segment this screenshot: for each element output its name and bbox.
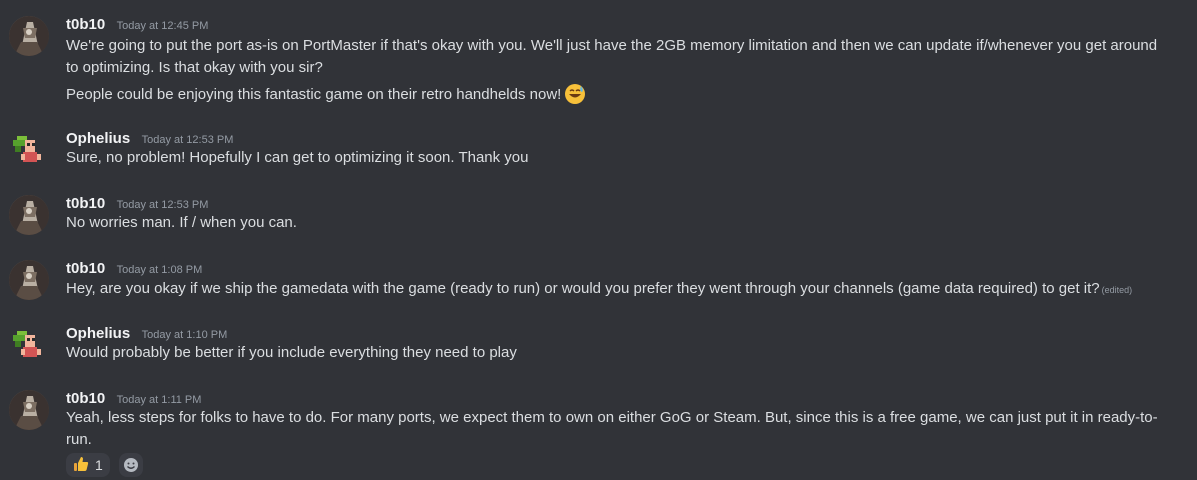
avatar[interactable] — [9, 260, 49, 300]
message-text: run. — [66, 431, 92, 448]
message-text: People could be enjoying this fantastic … — [66, 86, 562, 103]
message-text: Hey, are you okay if we ship the gamedat… — [66, 280, 1100, 297]
message-text: to optimizing. Is that okay with you sir… — [66, 59, 323, 76]
message-text: We're going to put the port as-is on Por… — [66, 37, 1158, 54]
add-reaction-button[interactable] — [119, 453, 143, 477]
add-reaction-icon — [124, 458, 138, 472]
message-text-edited: Hey, are you okay if we ship the gamedat… — [66, 278, 1132, 301]
author-name[interactable]: Ophelius — [66, 130, 130, 147]
message-text: Sure, no problem! Hopefully I can get to… — [66, 149, 529, 166]
message-text-with-emoji: People could be enjoying this fantastic … — [66, 83, 586, 106]
avatar-image — [9, 390, 49, 430]
avatar[interactable] — [9, 390, 49, 430]
avatar-image — [9, 195, 49, 235]
timestamp[interactable]: Today at 1:11 PM — [117, 394, 202, 406]
avatar-image — [9, 260, 49, 300]
sweat-smile-emoji[interactable] — [564, 83, 586, 105]
avatar-image — [13, 136, 41, 162]
author-name[interactable]: t0b10 — [66, 195, 105, 212]
message-text: No worries man. If / when you can. — [66, 214, 297, 231]
reaction-count: 1 — [95, 457, 103, 473]
timestamp[interactable]: Today at 12:53 PM — [117, 199, 209, 211]
timestamp[interactable]: Today at 1:10 PM — [142, 329, 228, 341]
timestamp[interactable]: Today at 1:08 PM — [117, 264, 203, 276]
author-name[interactable]: t0b10 — [66, 390, 105, 407]
avatar[interactable] — [9, 195, 49, 235]
avatar[interactable] — [9, 130, 49, 170]
author-name[interactable]: Ophelius — [66, 325, 130, 342]
message-header: t0b10 Today at 12:45 PM — [66, 16, 208, 36]
edited-label[interactable]: (edited) — [1102, 285, 1133, 295]
message-text: Yeah, less steps for folks to have to do… — [66, 409, 1158, 426]
chat-message-list: t0b10 Today at 12:45 PM We're going to p… — [0, 0, 1197, 480]
avatar-image — [13, 331, 41, 357]
timestamp[interactable]: Today at 12:45 PM — [117, 20, 209, 32]
timestamp[interactable]: Today at 12:53 PM — [142, 134, 234, 146]
author-name[interactable]: t0b10 — [66, 260, 105, 277]
message-header: t0b10 Today at 1:08 PM — [66, 260, 202, 280]
avatar-image — [9, 16, 49, 56]
author-name[interactable]: t0b10 — [66, 16, 105, 33]
reaction-thumbs-up[interactable]: 1 — [66, 453, 110, 477]
message-text: Would probably be better if you include … — [66, 344, 517, 361]
avatar[interactable] — [9, 325, 49, 365]
avatar[interactable] — [9, 16, 49, 56]
thumbs-up-emoji — [73, 455, 89, 471]
